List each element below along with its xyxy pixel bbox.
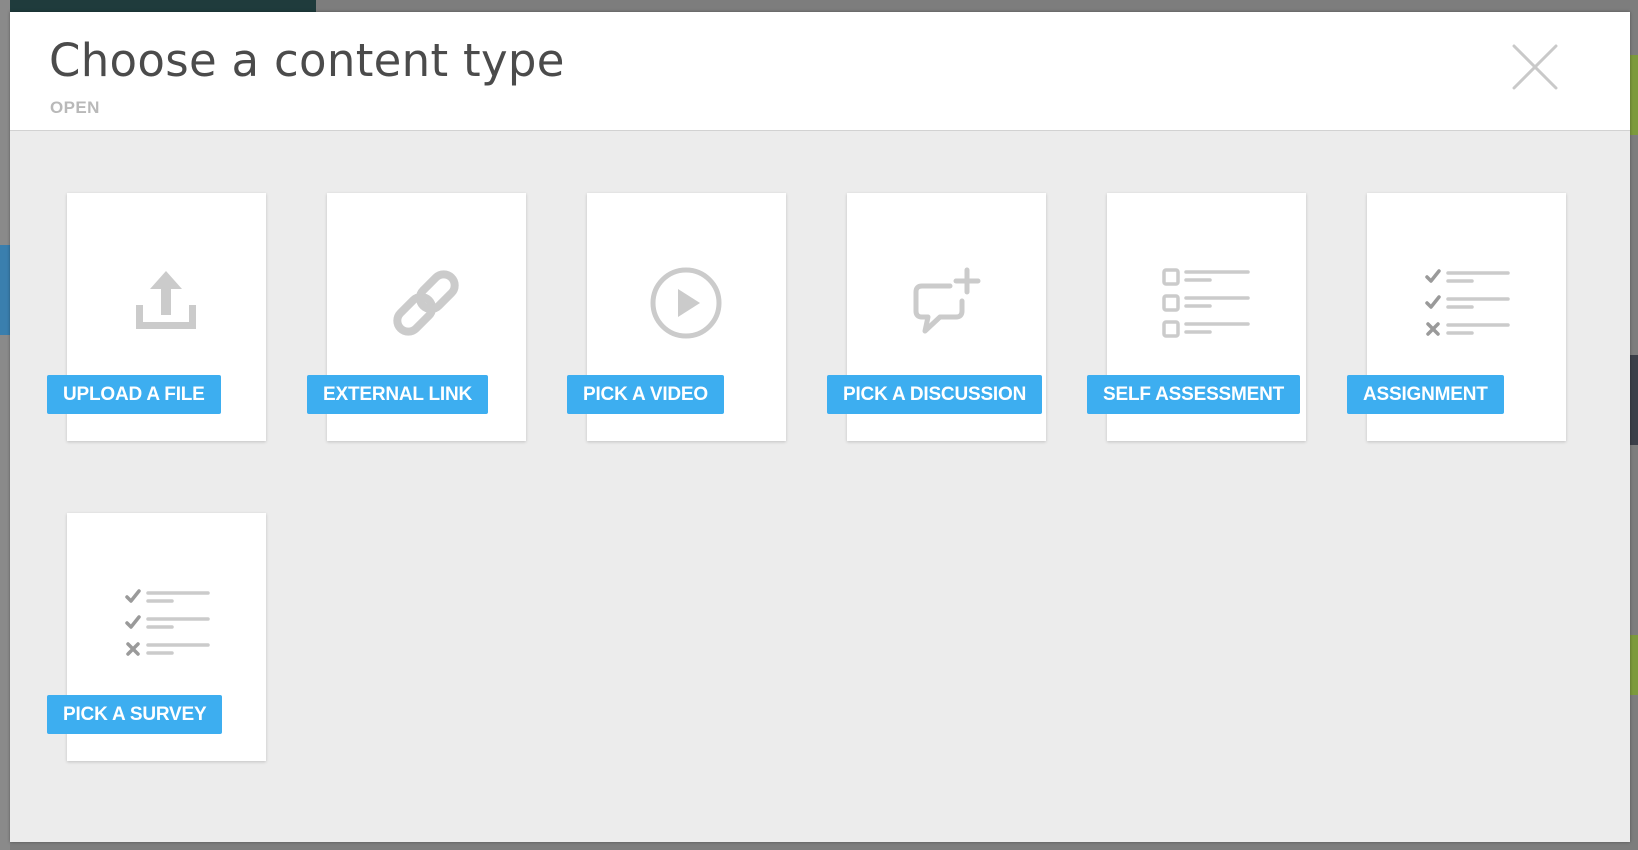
play-icon xyxy=(636,253,736,353)
card-label: ASSIGNMENT xyxy=(1347,375,1504,414)
content-type-card-self-assessment[interactable]: SELF ASSESSMENT xyxy=(1087,193,1306,441)
content-type-card-external-link[interactable]: EXTERNAL LINK xyxy=(307,193,526,441)
close-icon xyxy=(1512,44,1558,90)
survey-list-icon xyxy=(116,573,216,673)
card-label: SELF ASSESSMENT xyxy=(1087,375,1301,414)
content-type-card-upload[interactable]: UPLOAD A FILE xyxy=(47,193,266,441)
content-type-card-assignment[interactable]: ASSIGNMENT xyxy=(1347,193,1566,441)
modal-subtitle: OPEN xyxy=(50,98,100,117)
modal-header: Choose a content type OPEN xyxy=(10,12,1630,131)
background-green-block xyxy=(1630,55,1638,135)
background-green-block xyxy=(1630,635,1638,695)
background-left-strip xyxy=(0,0,10,850)
upload-icon xyxy=(116,253,216,353)
card-label: EXTERNAL LINK xyxy=(307,375,489,414)
modal-title: Choose a content type xyxy=(49,34,565,87)
checklist-icon xyxy=(1156,253,1256,353)
link-icon xyxy=(376,253,476,353)
content-type-card-survey[interactable]: PICK A SURVEY xyxy=(47,513,266,761)
discussion-add-icon xyxy=(896,253,996,353)
task-list-icon xyxy=(1416,253,1516,353)
content-type-modal: Choose a content type OPEN UPLOAD A FILE xyxy=(10,12,1630,842)
close-button[interactable] xyxy=(1510,42,1560,92)
card-label: PICK A VIDEO xyxy=(567,375,724,414)
card-label: PICK A DISCUSSION xyxy=(827,375,1043,414)
card-label: PICK A SURVEY xyxy=(47,695,223,734)
background-blue-block xyxy=(0,245,10,335)
content-type-card-discussion[interactable]: PICK A DISCUSSION xyxy=(827,193,1046,441)
content-type-card-video[interactable]: PICK A VIDEO xyxy=(567,193,786,441)
card-label: UPLOAD A FILE xyxy=(47,375,221,414)
